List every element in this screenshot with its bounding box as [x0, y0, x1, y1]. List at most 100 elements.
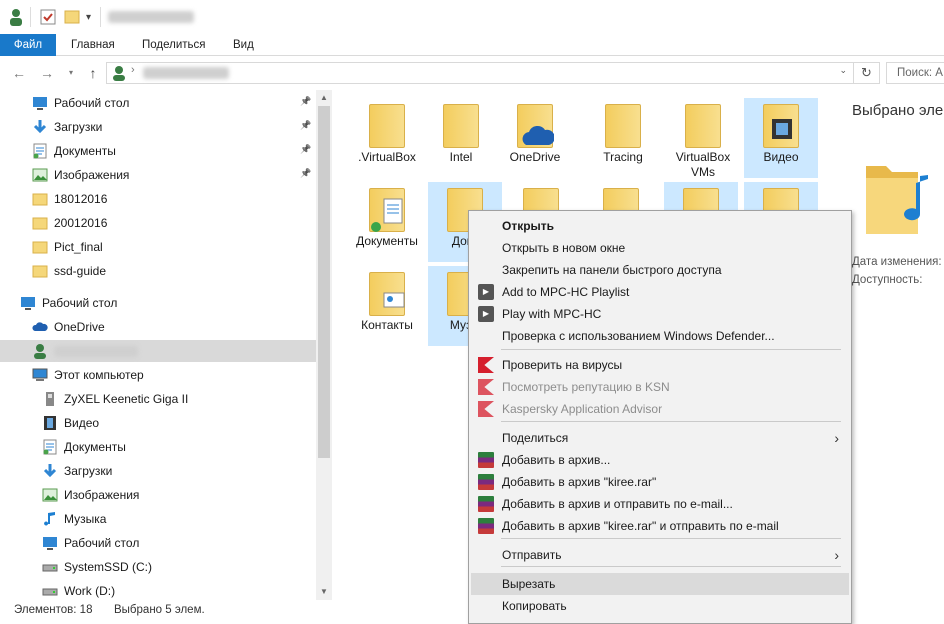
- details-pane: Выбрано эле Дата изменения: Доступность:: [844, 90, 944, 600]
- folder-icon: [32, 215, 48, 231]
- customize-toolbar-icon[interactable]: ▾: [86, 7, 91, 27]
- scroll-up-icon[interactable]: ▲: [316, 90, 332, 106]
- context-menu-item[interactable]: Закрепить на панели быстрого доступа: [471, 259, 849, 281]
- nav-item-label: 20012016: [54, 216, 108, 230]
- tab-file[interactable]: Файл: [0, 34, 56, 56]
- folder-icon: [32, 263, 48, 279]
- title-bar: ▾: [0, 0, 944, 34]
- nav-item-label: Изображения: [64, 488, 140, 502]
- context-menu-item[interactable]: Добавить в архив "kiree.rar" и отправить…: [471, 515, 849, 537]
- address-dropdown-icon[interactable]: ⌄: [839, 65, 847, 76]
- folder-tile[interactable]: VirtualBox VMs: [666, 98, 740, 179]
- nav-item[interactable]: 18012016: [32, 188, 107, 210]
- context-menu-item[interactable]: Проверить на вирусы: [471, 354, 849, 376]
- context-menu-item[interactable]: Kaspersky Application Advisor: [471, 398, 849, 420]
- nav-item[interactable]: Этот компьютер: [32, 364, 144, 386]
- tab-view[interactable]: Вид: [219, 34, 268, 56]
- context-menu-label: Посмотреть репутацию в KSN: [502, 380, 670, 394]
- nav-item[interactable]: Рабочий стол: [42, 532, 139, 554]
- address-bar[interactable]: › ⌄: [106, 62, 854, 84]
- context-menu-item[interactable]: Проверка с использованием Windows Defend…: [471, 325, 849, 347]
- context-menu-item[interactable]: Вырезать: [471, 573, 849, 595]
- user-icon: [8, 7, 24, 27]
- user-icon: [113, 66, 125, 81]
- tab-home[interactable]: Главная: [57, 34, 129, 56]
- nav-item-label: Рабочий стол: [54, 96, 130, 110]
- nav-item[interactable]: Музыка: [42, 508, 106, 530]
- nav-item[interactable]: [0, 340, 316, 362]
- back-arrow-icon[interactable]: ←: [10, 64, 28, 82]
- context-menu-item[interactable]: Отправить ›: [471, 544, 849, 566]
- folder-tile[interactable]: OneDrive: [498, 98, 572, 178]
- submenu-chevron-icon: ›: [834, 547, 839, 563]
- refresh-button[interactable]: ↻: [854, 62, 880, 84]
- kaspersky-icon: [478, 357, 494, 373]
- window-title: [108, 11, 194, 23]
- breadcrumb-chevron-icon[interactable]: ›: [131, 64, 135, 76]
- folder-tile[interactable]: Tracing: [586, 98, 660, 178]
- context-menu-label: Добавить в архив и отправить по e-mail..…: [502, 497, 733, 511]
- documents-icon: [32, 143, 48, 159]
- nav-item[interactable]: Документы: [42, 436, 126, 458]
- nav-scroll-thumb[interactable]: [318, 106, 330, 458]
- nav-item[interactable]: Изображения: [42, 484, 139, 506]
- nav-item[interactable]: Pict_final: [32, 236, 103, 258]
- folder-tile-label: Контакты: [361, 318, 413, 332]
- ribbon: Файл Главная Поделиться Вид: [0, 34, 944, 56]
- up-arrow-icon[interactable]: ↑: [84, 64, 102, 82]
- context-menu-item[interactable]: Открыть: [471, 215, 849, 237]
- mpc-icon: ▶: [478, 306, 494, 322]
- context-menu-label: Открыть: [502, 219, 555, 233]
- context-menu-item[interactable]: Добавить в архив "kiree.rar": [471, 471, 849, 493]
- download-icon: [42, 463, 58, 479]
- context-menu-label: Kaspersky Application Advisor: [502, 402, 663, 416]
- folder-tile[interactable]: .VirtualBox: [350, 98, 424, 178]
- nav-item[interactable]: Видео: [42, 412, 99, 434]
- nav-item-label: Рабочий стол: [42, 296, 118, 310]
- nav-item[interactable]: Загрузки: [42, 460, 112, 482]
- computer-icon: [32, 367, 48, 383]
- navigation-pane: Рабочий стол 📌 Загрузки 📌 Документы 📌 Изображе…: [0, 90, 332, 600]
- folder-tile[interactable]: Видео: [744, 98, 818, 178]
- nav-item[interactable]: Изображения: [32, 164, 129, 186]
- context-menu-item[interactable]: Поделиться ›: [471, 427, 849, 449]
- nav-item[interactable]: ssd-guide: [32, 260, 106, 282]
- nav-item[interactable]: Рабочий стол: [32, 92, 129, 114]
- context-menu-item[interactable]: Добавить в архив...: [471, 449, 849, 471]
- scroll-down-icon[interactable]: ▼: [316, 584, 332, 600]
- search-input[interactable]: Поиск: А: [886, 62, 944, 84]
- nav-item-label: 18012016: [54, 192, 108, 206]
- context-menu-item[interactable]: Копировать: [471, 595, 849, 617]
- context-menu-item[interactable]: ▶ Add to MPC-HC Playlist: [471, 281, 849, 303]
- nav-item[interactable]: OneDrive: [32, 316, 105, 338]
- pin-icon[interactable]: 📌: [300, 144, 311, 155]
- context-menu-item[interactable]: Посмотреть репутацию в KSN: [471, 376, 849, 398]
- nav-item[interactable]: 20012016: [32, 212, 107, 234]
- forward-arrow-icon[interactable]: →: [38, 64, 56, 82]
- desktop-icon: [32, 95, 48, 111]
- folder-tile[interactable]: Документы: [350, 182, 424, 262]
- tab-share[interactable]: Поделиться: [128, 34, 220, 56]
- toolbar-divider: [30, 7, 31, 27]
- nav-item[interactable]: Документы: [32, 140, 116, 162]
- properties-icon[interactable]: [40, 7, 56, 27]
- context-menu-item[interactable]: Открыть в новом окне: [471, 237, 849, 259]
- pin-icon[interactable]: 📌: [300, 120, 311, 131]
- context-menu-item[interactable]: Добавить в архив и отправить по e-mail..…: [471, 493, 849, 515]
- pin-icon[interactable]: 📌: [300, 96, 311, 107]
- folder-tile[interactable]: Контакты: [350, 266, 424, 346]
- nav-item[interactable]: Рабочий стол: [20, 292, 117, 314]
- nav-item[interactable]: ZyXEL Keenetic Giga II: [42, 388, 188, 410]
- breadcrumb-current[interactable]: [143, 67, 229, 79]
- nav-item[interactable]: Work (D:): [42, 580, 115, 602]
- recent-locations-icon[interactable]: ▾: [62, 64, 80, 82]
- context-menu-label: Поделиться: [502, 431, 569, 445]
- context-menu-label: Открыть в новом окне: [502, 241, 626, 255]
- nav-item[interactable]: Загрузки: [32, 116, 102, 138]
- context-menu: Открыть Открыть в новом окне Закрепить на …: [468, 210, 852, 624]
- nav-item[interactable]: SystemSSD (C:): [42, 556, 152, 578]
- folder-tile[interactable]: Intel: [424, 98, 498, 178]
- pin-icon[interactable]: 📌: [300, 168, 311, 179]
- new-folder-icon[interactable]: [64, 7, 80, 27]
- context-menu-item[interactable]: ▶ Play with MPC-HC: [471, 303, 849, 325]
